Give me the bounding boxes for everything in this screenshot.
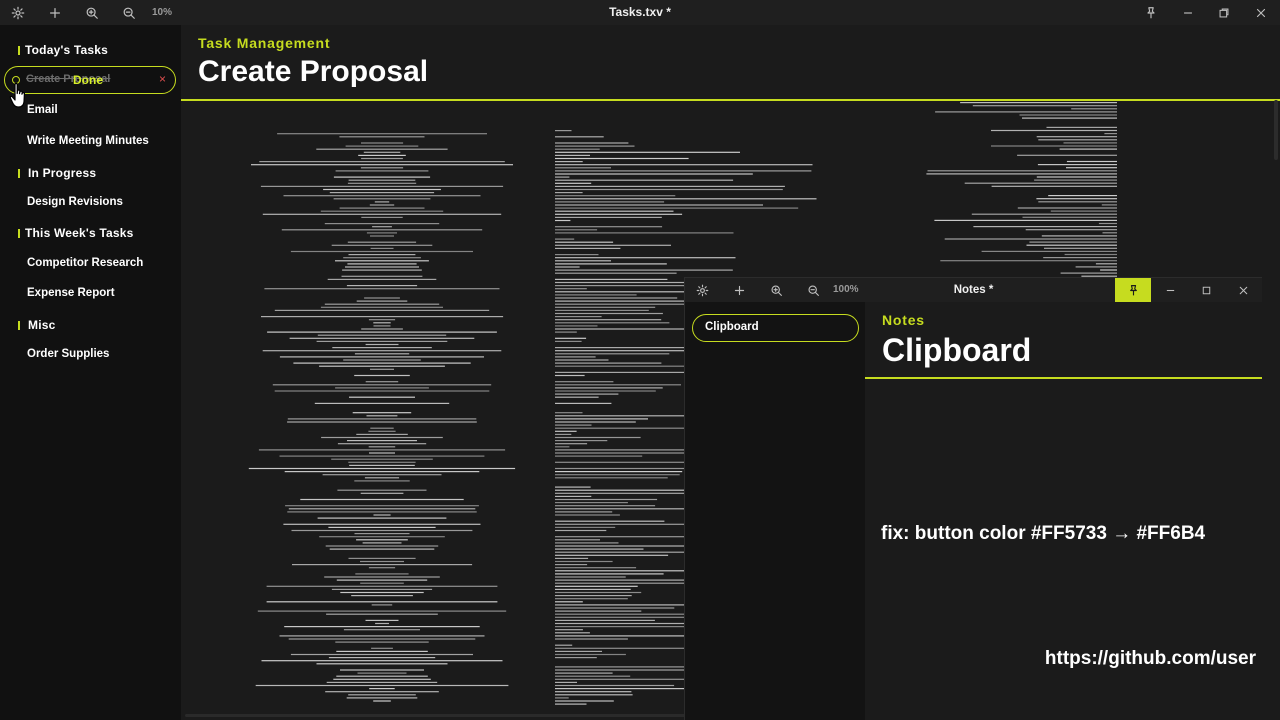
done-button[interactable]: Done <box>73 73 103 87</box>
remove-task-button[interactable]: × <box>159 72 166 86</box>
page-subtitle: Task Management <box>198 35 331 51</box>
section-marker <box>18 168 20 178</box>
plus-icon[interactable] <box>40 0 70 25</box>
sidebar-item-write-meeting-minutes[interactable]: Write Meeting Minutes <box>27 132 149 150</box>
minimize-icon[interactable] <box>1173 0 1203 25</box>
zoom-level: 10% <box>152 7 173 18</box>
notes-subtitle: Notes <box>882 312 925 328</box>
window-title: Tasks.txv * <box>609 5 671 19</box>
notes-title-bar: 100% Notes * <box>685 278 1262 302</box>
section-header-label: Misc <box>28 318 56 332</box>
section-marker <box>18 320 20 330</box>
maximize-icon[interactable] <box>1192 278 1220 302</box>
restore-icon[interactable] <box>1209 0 1239 25</box>
sidebar-item-order-supplies[interactable]: Order Supplies <box>27 345 109 363</box>
section-header-label: This Week's Tasks <box>25 226 134 240</box>
settings-icon[interactable] <box>3 0 33 25</box>
pin-icon[interactable] <box>1136 0 1166 25</box>
close-icon[interactable] <box>1246 0 1276 25</box>
note-line[interactable]: fix: button color #FF5733 → #FF6B4 <box>881 523 1205 545</box>
close-icon[interactable] <box>1229 278 1257 302</box>
section-marker <box>18 45 20 55</box>
task-sidebar <box>0 25 181 720</box>
vertical-scrollbar[interactable] <box>1274 100 1278 160</box>
plus-icon[interactable] <box>725 278 753 302</box>
zoom-in-icon[interactable] <box>762 278 790 302</box>
notes-sidebar: Clipboard <box>685 302 865 720</box>
section-header-today[interactable]: Today's Tasks <box>18 41 108 59</box>
title-divider <box>865 377 1262 379</box>
section-header-in-progress[interactable]: In Progress <box>18 164 96 182</box>
horizontal-scrollbar[interactable] <box>185 714 685 717</box>
sidebar-item-clipboard[interactable]: Clipboard <box>692 314 859 342</box>
zoom-level: 100% <box>833 284 859 295</box>
sidebar-item-expense-report[interactable]: Expense Report <box>27 284 115 302</box>
notes-document-area[interactable]: Notes Clipboard fix: button color #FF573… <box>865 302 1262 720</box>
sidebar-item-email[interactable]: Email <box>27 101 58 119</box>
section-header-misc[interactable]: Misc <box>18 316 55 334</box>
section-header-this-week[interactable]: This Week's Tasks <box>18 224 134 242</box>
hand-cursor-icon <box>9 82 26 108</box>
notes-window: 100% Notes * Clipboard Notes Clipboard f… <box>684 277 1262 720</box>
settings-icon[interactable] <box>688 278 716 302</box>
notes-title: Clipboard <box>882 332 1032 368</box>
zoom-in-icon[interactable] <box>77 0 107 25</box>
zoom-out-icon[interactable] <box>114 0 144 25</box>
zoom-out-icon[interactable] <box>799 278 827 302</box>
sidebar-item-design-revisions[interactable]: Design Revisions <box>27 193 123 211</box>
pin-icon[interactable] <box>1115 278 1151 302</box>
section-header-label: In Progress <box>28 166 97 180</box>
section-marker <box>18 228 20 238</box>
sidebar-item-competitor-research[interactable]: Competitor Research <box>27 254 143 272</box>
minimize-icon[interactable] <box>1156 278 1184 302</box>
note-link[interactable]: https://github.com/user <box>1045 648 1256 670</box>
title-bar: 10% Tasks.txv * <box>0 0 1280 25</box>
page-title: Create Proposal <box>198 55 429 88</box>
section-header-label: Today's Tasks <box>25 43 109 57</box>
